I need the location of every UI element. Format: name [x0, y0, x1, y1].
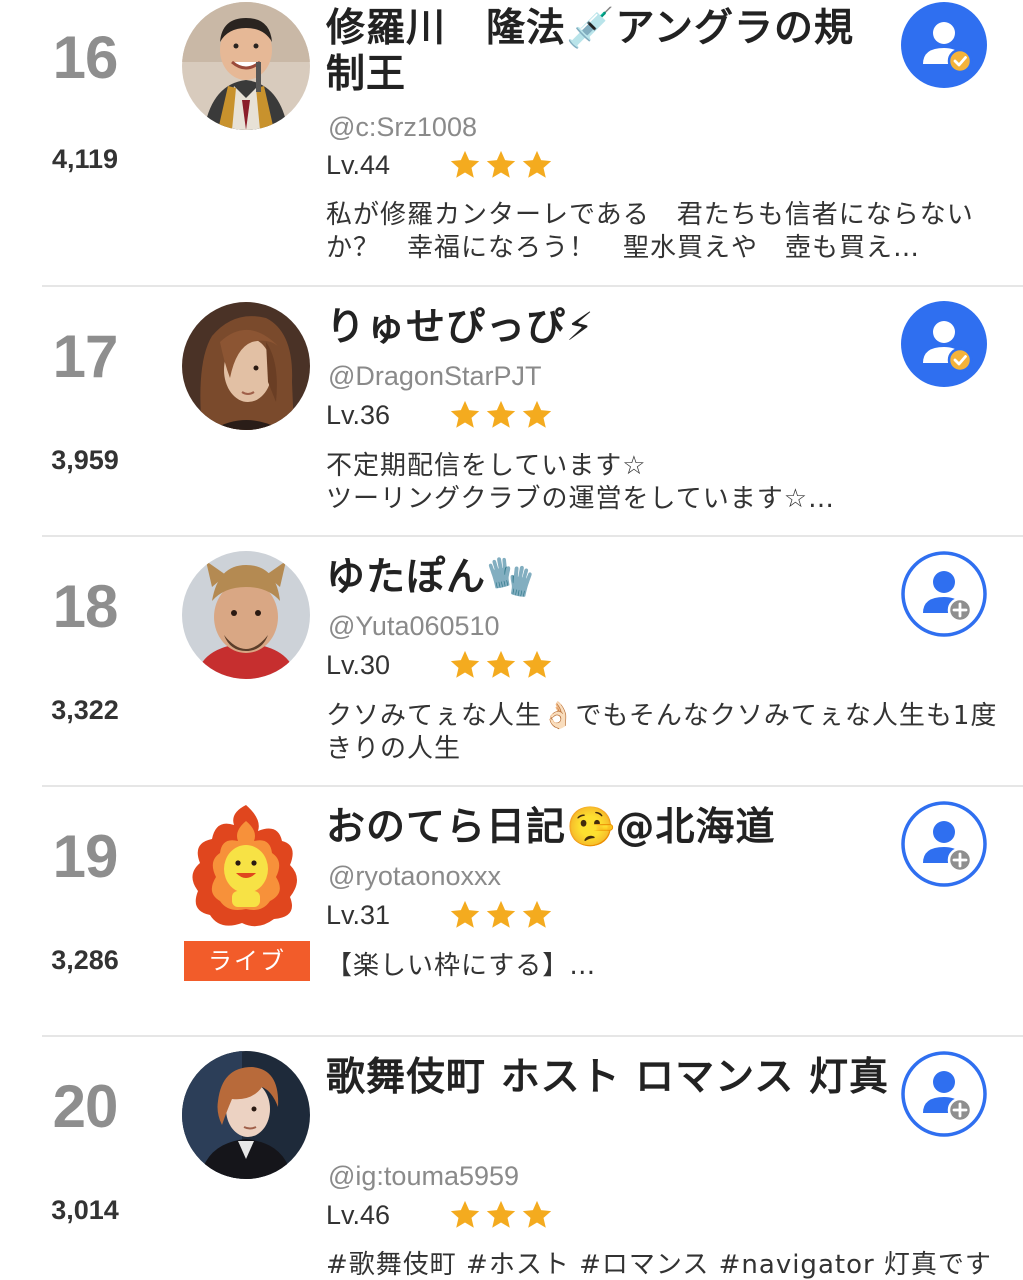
follow-button[interactable] [901, 1051, 987, 1137]
level-label: Lv.36 [326, 400, 391, 430]
user-check-icon [901, 301, 987, 387]
ranking-row-18[interactable]: 18 3,322 ゆたぽん🧤 @Yuta060510 Lv.30 クソみてぇな人… [0, 537, 1023, 787]
following-button[interactable] [901, 301, 987, 387]
avatar[interactable] [182, 1051, 310, 1179]
display-name: ゆたぽん🧤 [326, 555, 536, 600]
avatar[interactable] [186, 801, 306, 931]
avatar[interactable] [182, 2, 310, 130]
score: 3,322 [51, 695, 119, 725]
display-name: おのてら日記🤥@北海道 [326, 805, 776, 850]
rank-number: 18 [52, 573, 119, 640]
live-badge: ライブ [184, 941, 310, 981]
user-add-icon [901, 1051, 987, 1137]
star-icon [522, 150, 552, 178]
score: 3,959 [51, 445, 119, 475]
user-handle: @DragonStarPJT [328, 361, 542, 391]
level-label: Lv.31 [326, 900, 391, 930]
following-button[interactable] [901, 2, 987, 88]
display-name: 歌舞伎町 ホスト ロマンス 灯真 [326, 1055, 889, 1100]
score: 3,014 [51, 1195, 119, 1225]
avatar[interactable] [182, 551, 310, 679]
star-icon [486, 1200, 516, 1228]
user-bio: 不定期配信をしています☆ ツーリングクラブの運営をしています☆… [326, 451, 836, 514]
star-icon [450, 900, 480, 928]
user-bio: #歌舞伎町 #ホスト #ロマンス #navigator 灯真です [326, 1250, 992, 1280]
user-handle: @c:Srz1008 [328, 112, 477, 142]
star-icon [522, 900, 552, 928]
star-rating [448, 648, 554, 682]
ranking-row-20[interactable]: 20 3,014 歌舞伎町 ホスト ロマンス 灯真 @ig:touma5959 … [0, 1037, 1023, 1280]
display-name: 修羅川 隆法💉アングラの規制王 [326, 6, 854, 97]
user-add-icon [901, 801, 987, 887]
score: 3,286 [51, 945, 119, 975]
star-icon [522, 400, 552, 428]
user-bio: 【楽しい枠にする】… [326, 951, 597, 981]
star-icon [450, 650, 480, 678]
star-icon [450, 400, 480, 428]
star-icon [522, 650, 552, 678]
follow-button[interactable] [901, 551, 987, 637]
star-rating [448, 398, 554, 432]
star-icon [522, 1200, 552, 1228]
rank-number: 20 [52, 1073, 119, 1140]
user-handle: @ryotaonoxxx [328, 861, 501, 891]
star-rating [448, 898, 554, 932]
rank-number: 17 [52, 323, 119, 390]
level-label: Lv.30 [326, 650, 391, 680]
user-bio: 私が修羅カンターレである 君たちも信者にならないか？ 幸福になろう！ 聖水買えや… [326, 200, 974, 263]
star-icon [486, 650, 516, 678]
star-rating [448, 148, 554, 182]
ranking-row-19[interactable]: 19 3,286 ライブ おのてら日記🤥@北海道 @ryotaonoxxx Lv… [0, 787, 1023, 1037]
star-rating [448, 1198, 554, 1232]
display-name: りゅせぴっぴ⚡ [326, 305, 595, 350]
ranking-row-17[interactable]: 17 3,959 りゅせぴっぴ⚡ @DragonStarPJT Lv.36 不定… [0, 287, 1023, 537]
follow-button[interactable] [901, 801, 987, 887]
user-handle: @ig:touma5959 [328, 1161, 520, 1191]
user-check-icon [901, 2, 987, 88]
level-label: Lv.44 [326, 150, 391, 180]
avatar[interactable] [182, 302, 310, 430]
rank-number: 16 [52, 24, 119, 91]
ranking-row-16[interactable]: 16 4,119 修羅川 隆法💉アングラの規制王 @c:Srz1008 Lv.4… [0, 0, 1023, 263]
star-icon [450, 150, 480, 178]
star-icon [450, 1200, 480, 1228]
user-add-icon [901, 551, 987, 637]
score: 4,119 [51, 144, 119, 174]
star-icon [486, 900, 516, 928]
star-icon [486, 400, 516, 428]
user-handle: @Yuta060510 [328, 611, 500, 641]
star-icon [486, 150, 516, 178]
level-label: Lv.46 [326, 1200, 391, 1230]
user-bio: クソみてぇな人生👌🏻でもそんなクソみてぇな人生も1度きりの人生 [326, 701, 998, 764]
rank-number: 19 [52, 823, 119, 890]
